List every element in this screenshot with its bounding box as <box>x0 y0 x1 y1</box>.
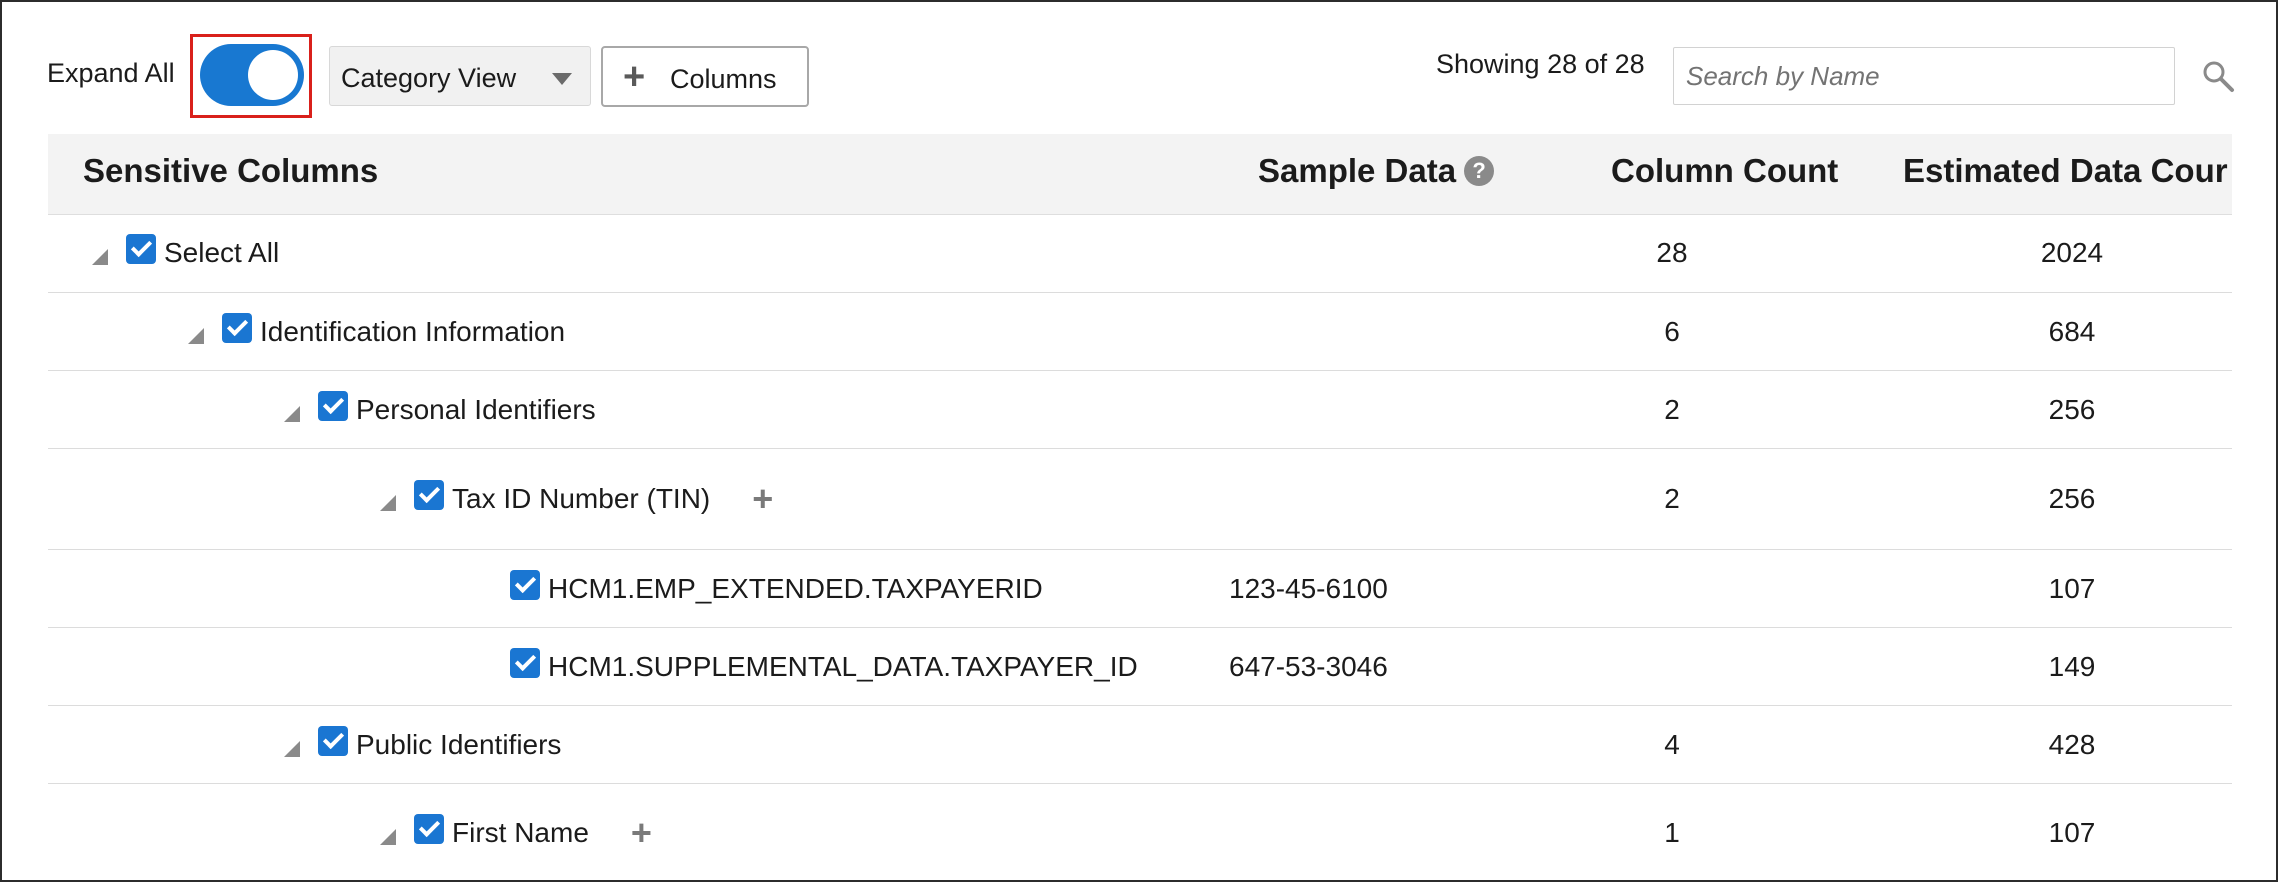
column-count-cell <box>1572 550 1772 627</box>
row-label: Select All <box>164 237 280 268</box>
estimated-count-cell: 684 <box>2048 315 2096 347</box>
table-row: Identification Information 6 684 <box>48 293 2232 371</box>
estimated-count-cell: 256 <box>2048 483 2096 514</box>
collapse-triangle-icon[interactable] <box>380 829 396 845</box>
row-checkbox[interactable] <box>318 390 348 421</box>
column-count-cell: 2 <box>1664 483 1680 514</box>
select-all-checkbox[interactable] <box>126 234 156 264</box>
header-sample-data-label: Sample Data <box>1258 152 1457 189</box>
view-select-value: Category View <box>341 63 517 93</box>
row-checkbox[interactable] <box>510 569 540 600</box>
estimated-count-cell: 149 <box>2048 650 2096 682</box>
expand-all-label: Expand All <box>47 58 175 88</box>
row-checkbox[interactable] <box>414 480 444 510</box>
table-row: HCM1.SUPPLEMENTAL_DATA.TAXPAYER_ID 647-5… <box>48 628 2232 706</box>
sample-data-cell: 123-45-6100 <box>1229 572 1388 604</box>
header-column-count[interactable]: Column Count <box>1611 152 1838 190</box>
sample-data-cell: 647-53-3046 <box>1229 650 1388 682</box>
row-label: HCM1.SUPPLEMENTAL_DATA.TAXPAYER_ID <box>548 650 1138 682</box>
table-row: Public Identifiers 4 428 <box>48 706 2232 784</box>
table-row: First Name + 1 107 <box>48 784 2232 882</box>
collapse-triangle-icon[interactable] <box>284 405 300 422</box>
column-count-cell: 6 <box>1664 315 1680 347</box>
expand-all-toggle[interactable] <box>200 44 304 106</box>
row-checkbox[interactable] <box>318 725 348 756</box>
help-icon[interactable]: ? <box>1464 156 1495 187</box>
row-checkbox[interactable] <box>222 312 252 343</box>
estimated-count-cell: 107 <box>2048 572 2096 604</box>
table-row: HCM1.EMP_EXTENDED.TAXPAYERID 123-45-6100… <box>48 550 2232 628</box>
search-icon[interactable] <box>2200 58 2236 94</box>
table-row: Tax ID Number (TIN) + 2 256 <box>48 449 2232 550</box>
column-count-cell: 1 <box>1664 817 1680 848</box>
table-row: Personal Identifiers 2 256 <box>48 371 2232 449</box>
estimated-count-cell: 2024 <box>2040 237 2104 268</box>
row-label: First Name <box>452 817 589 848</box>
estimated-count-cell: 256 <box>2048 393 2096 425</box>
search-input[interactable] <box>1673 47 2175 105</box>
row-label: Identification Information <box>260 315 566 347</box>
row-checkbox[interactable] <box>510 647 540 678</box>
header-sample-data[interactable]: Sample Data? <box>1258 152 1495 190</box>
sensitive-columns-table: Sensitive Columns Sample Data? Column Co… <box>48 134 2232 882</box>
header-sensitive-columns[interactable]: Sensitive Columns <box>83 152 378 190</box>
column-count-cell: 28 <box>1656 237 1688 268</box>
column-count-cell: 4 <box>1664 728 1680 760</box>
row-label: Personal Identifiers <box>356 393 596 425</box>
row-name-cell: HCM1.EMP_EXTENDED.TAXPAYERID <box>510 550 1043 627</box>
row-name-cell: Select All <box>92 214 279 292</box>
estimated-count-cell: 107 <box>2048 817 2096 848</box>
row-name-cell: HCM1.SUPPLEMENTAL_DATA.TAXPAYER_ID <box>510 628 1138 705</box>
collapse-triangle-icon[interactable] <box>188 327 204 344</box>
column-count-cell <box>1572 628 1772 705</box>
row-name-cell: Identification Information <box>188 293 565 370</box>
view-select[interactable]: Category View <box>329 46 591 106</box>
row-label: Tax ID Number (TIN) <box>452 483 711 514</box>
columns-button-label: Columns <box>670 64 777 94</box>
collapse-triangle-icon[interactable] <box>380 495 396 511</box>
collapse-triangle-icon[interactable] <box>284 740 300 757</box>
row-label: Public Identifiers <box>356 728 562 760</box>
row-name-cell: First Name + <box>380 784 652 882</box>
estimated-count-cell: 428 <box>2048 728 2096 760</box>
toggle-knob <box>248 50 298 100</box>
add-columns-button[interactable]: + Columns <box>601 46 809 107</box>
table-header: Sensitive Columns Sample Data? Column Co… <box>48 134 2232 215</box>
row-name-cell: Tax ID Number (TIN) + <box>380 449 773 549</box>
showing-count: Showing 28 of 28 <box>1436 49 1645 79</box>
column-count-cell: 2 <box>1664 393 1680 425</box>
table-row: Select All 28 2024 <box>48 214 2232 293</box>
caret-down-icon <box>552 73 572 85</box>
row-checkbox[interactable] <box>414 814 444 844</box>
collapse-triangle-icon[interactable] <box>92 249 108 265</box>
plus-icon[interactable]: + <box>631 815 652 851</box>
header-estimated-data-count[interactable]: Estimated Data Cour <box>1903 152 2228 190</box>
row-name-cell: Personal Identifiers <box>284 371 596 448</box>
row-name-cell: Public Identifiers <box>284 706 561 783</box>
row-label: HCM1.EMP_EXTENDED.TAXPAYERID <box>548 572 1043 604</box>
plus-icon[interactable]: + <box>752 481 773 517</box>
plus-icon: + <box>623 56 646 98</box>
